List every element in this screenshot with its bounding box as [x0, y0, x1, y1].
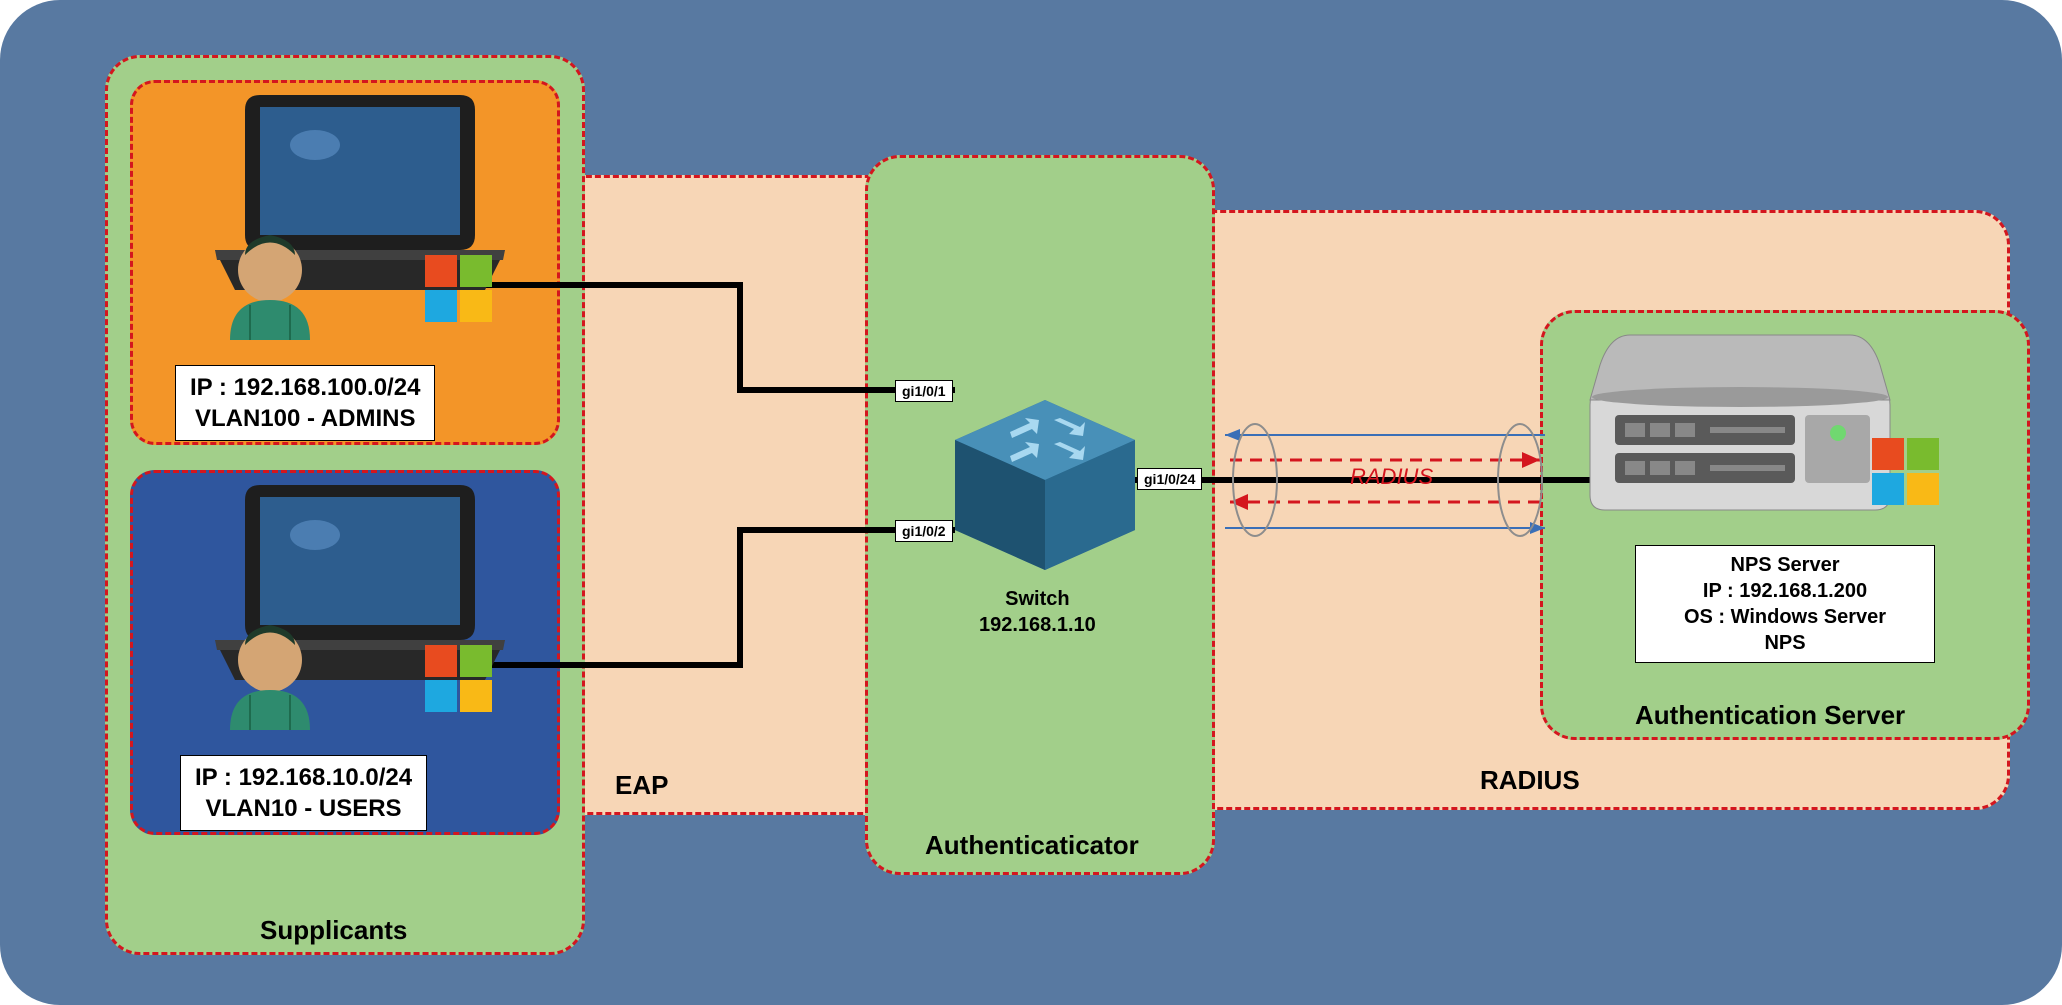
server-line4: NPS [1764, 632, 1805, 654]
authenticator-zone [865, 155, 1215, 875]
server-label: NPS Server IP : 192.168.1.200 OS : Windo… [1635, 545, 1935, 663]
radius-link-text: RADIUS [1350, 464, 1433, 490]
auth-server-title: Authentication Server [1635, 700, 1905, 731]
supplicants-title: Supplicants [260, 915, 407, 946]
auth-server-zone [1540, 310, 2030, 740]
client-admins-label: IP : 192.168.100.0/24 VLAN100 - ADMINS [175, 365, 435, 441]
port-gi1-0-2: gi1/0/2 [895, 520, 953, 542]
authenticator-title: Authenticaticator [925, 830, 1139, 861]
server-line2: IP : 192.168.1.200 [1703, 580, 1867, 602]
switch-label: Switch 192.168.1.10 [965, 580, 1110, 644]
server-line1: NPS Server [1731, 554, 1840, 576]
radius-title: RADIUS [1480, 765, 1580, 796]
port-gi1-0-1: gi1/0/1 [895, 380, 953, 402]
client-admins-ip: IP : 192.168.100.0/24 [190, 374, 420, 401]
switch-name: Switch [1005, 588, 1069, 610]
port-gi1-0-24: gi1/0/24 [1137, 468, 1202, 490]
diagram-canvas: EAP RADIUS Supplicants Authenticaticator… [0, 0, 2062, 1005]
eap-title: EAP [615, 770, 668, 801]
switch-ip: 192.168.1.10 [979, 614, 1096, 636]
client-users-label: IP : 192.168.10.0/24 VLAN10 - USERS [180, 755, 427, 831]
client-users-ip: IP : 192.168.10.0/24 [195, 764, 412, 791]
server-line3: OS : Windows Server [1684, 606, 1886, 628]
client-users-vlan: VLAN10 - USERS [206, 795, 402, 822]
client-admins-vlan: VLAN100 - ADMINS [195, 405, 415, 432]
